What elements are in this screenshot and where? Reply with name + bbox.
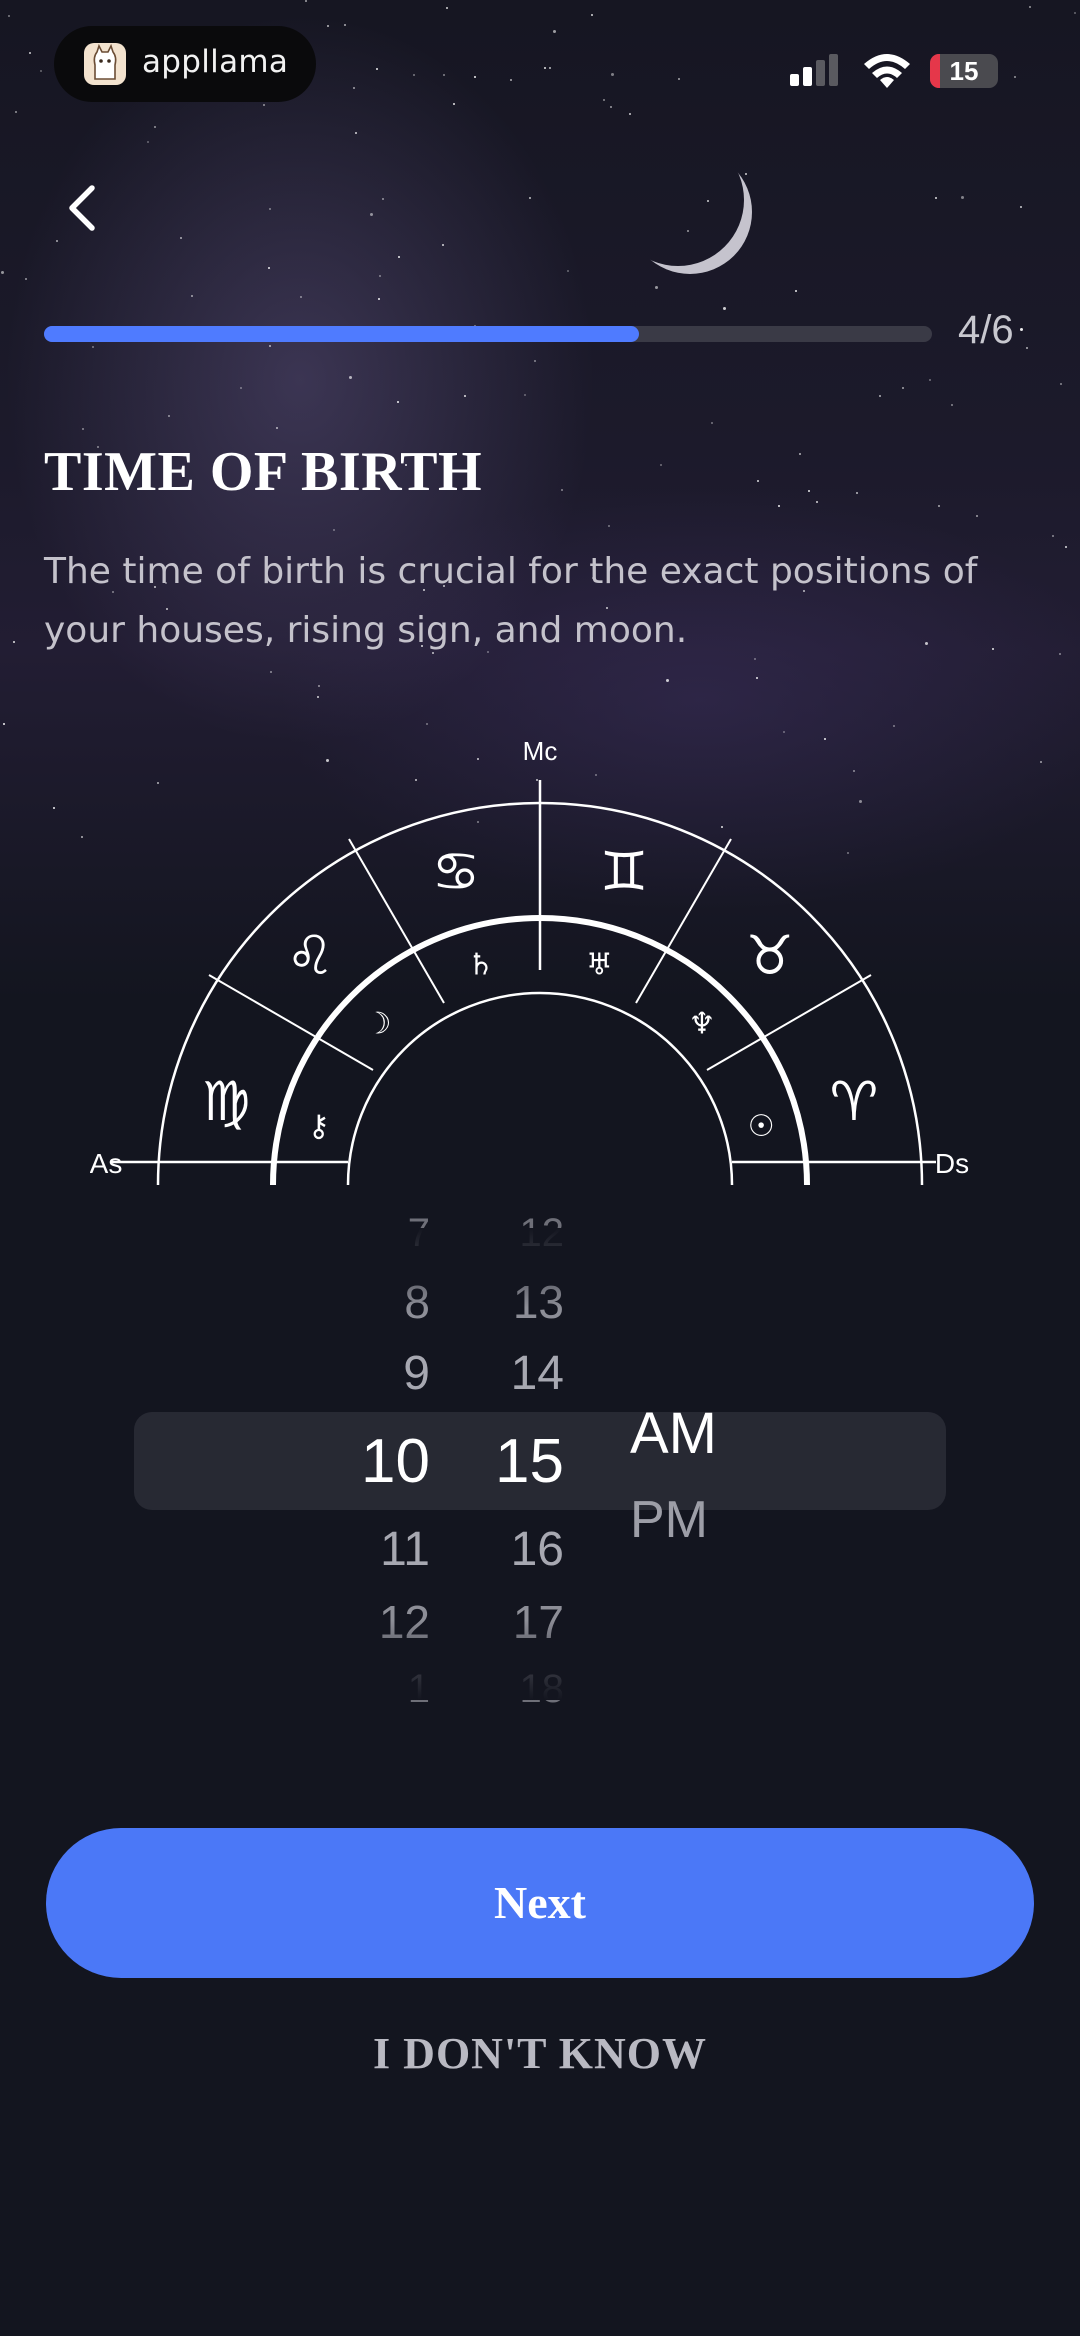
- astrology-chart: Mc As Ds ♍ ♌ ♋ ♊ ♉ ♈ ⚷ ☽ ♄ ♅ ♆ ☉: [90, 736, 969, 1186]
- minute-option[interactable]: 16: [424, 1522, 564, 1577]
- zodiac-taurus-icon: ♉: [746, 924, 794, 987]
- chart-label-as: As: [90, 1148, 122, 1179]
- chart-label-ds: Ds: [935, 1148, 969, 1179]
- period-option-am[interactable]: AM: [630, 1400, 717, 1467]
- planet-uranus-icon: ♅: [586, 947, 613, 982]
- zodiac-gemini-icon: ♊: [600, 840, 648, 903]
- period-option-pm[interactable]: PM: [630, 1490, 708, 1550]
- onboarding-progress-bar: [44, 326, 932, 342]
- hour-option[interactable]: 10: [320, 1426, 430, 1497]
- page-subtitle: The time of birth is crucial for the exa…: [44, 551, 978, 651]
- hour-option[interactable]: 11: [320, 1522, 430, 1577]
- llama-logo-icon: [84, 43, 126, 85]
- planet-moon-icon: ☽: [365, 1007, 392, 1042]
- zodiac-aries-icon: ♈: [830, 1070, 878, 1133]
- zodiac-cancer-icon: ♋: [432, 840, 480, 903]
- next-button[interactable]: Next: [46, 1828, 1034, 1978]
- back-chevron-icon[interactable]: [58, 180, 108, 236]
- zodiac-leo-icon: ♌: [286, 924, 334, 987]
- planet-chiron-icon: ⚷: [308, 1109, 330, 1144]
- wifi-icon: [864, 54, 910, 88]
- app-status-pill: appllama: [54, 26, 316, 102]
- minute-option[interactable]: 14: [424, 1346, 564, 1401]
- progress-step-label: 4/6: [958, 308, 1014, 352]
- dont-know-link[interactable]: I DON'T KNOW: [0, 2028, 1080, 2079]
- planet-sun-icon: ☉: [748, 1109, 775, 1144]
- status-app-name: appllama: [142, 44, 289, 80]
- planet-neptune-icon: ♆: [688, 1007, 715, 1042]
- hour-option[interactable]: 9: [320, 1346, 430, 1401]
- chart-label-mc: Mc: [523, 736, 558, 766]
- battery-indicator: 15: [930, 54, 998, 88]
- planet-saturn-icon: ♄: [467, 947, 494, 982]
- battery-level: 15: [949, 56, 979, 86]
- zodiac-virgo-icon: ♍: [202, 1070, 250, 1133]
- page-title: TIME OF BIRTH: [44, 441, 483, 503]
- minute-option[interactable]: 15: [424, 1426, 564, 1497]
- cellular-signal-icon: [790, 54, 838, 86]
- crescent-moon-icon: [640, 150, 752, 274]
- progress-fill: [44, 326, 639, 342]
